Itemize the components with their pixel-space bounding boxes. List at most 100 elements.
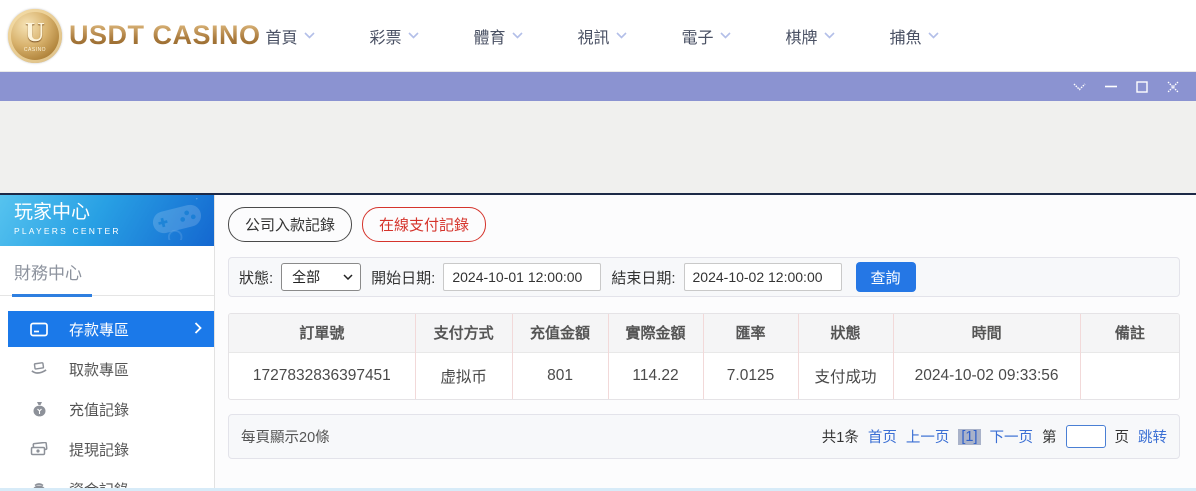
window-chevron-button[interactable]	[1064, 72, 1095, 101]
end-date-label: 結束日期:	[611, 267, 675, 288]
sidebar-item-funds-records[interactable]: 資金記錄	[0, 471, 214, 488]
current-page-badge: [1]	[958, 429, 980, 445]
page-jump-input[interactable]	[1066, 425, 1106, 448]
jump-button[interactable]: 跳转	[1138, 426, 1167, 447]
window-maximize-button[interactable]	[1126, 72, 1157, 101]
sidebar-item-label: 充值記錄	[69, 399, 129, 420]
sidebar-item-withdrawal-records[interactable]: 提現記錄	[0, 431, 214, 467]
first-page-link[interactable]: 首页	[868, 426, 897, 447]
nav-label: 棋牌	[785, 24, 817, 48]
chevron-down-icon	[616, 32, 627, 39]
chevron-down-icon	[928, 32, 939, 39]
chevron-down-icon	[304, 32, 315, 39]
chevron-down-icon	[720, 32, 731, 39]
window-minimize-button[interactable]	[1095, 72, 1126, 101]
sidebar-item-recharge-records[interactable]: 充值記錄	[0, 391, 214, 427]
finance-section: 財務中心	[0, 246, 214, 297]
nav-label: 視訊	[577, 24, 609, 48]
chevron-down-icon	[512, 32, 523, 39]
prev-page-link[interactable]: 上一页	[906, 426, 950, 447]
sidebar-item-deposit-zone[interactable]: 存款專區	[8, 311, 214, 347]
brand-logo[interactable]: U CASINO USDT CASINO	[8, 9, 261, 63]
nav-item-sports[interactable]: 體育	[446, 24, 550, 48]
players-center-header: 玩家中心 PLAYERS CENTER	[0, 195, 214, 246]
cell-payment-method: 虚拟币	[415, 352, 512, 399]
col-payment-method: 支付方式	[415, 314, 512, 352]
deposit-card-icon	[30, 322, 48, 337]
sidebar-menu: 存款專區 取款專區 充值記錄 提現記	[0, 311, 214, 488]
col-recharge-amount: 充值金額	[512, 314, 608, 352]
finance-section-title: 財務中心	[14, 259, 200, 294]
nav-item-slots[interactable]: 電子	[654, 24, 758, 48]
status-select[interactable]: 全部	[281, 263, 361, 291]
pager-controls: 共1条 首页 上一页 [1] 下一页 第 页 跳转	[822, 425, 1167, 448]
cell-time: 2024-10-02 09:33:56	[893, 352, 1080, 399]
sidebar-item-label: 提現記錄	[69, 439, 129, 460]
emblem-subtext: CASINO	[24, 47, 46, 53]
start-date-input[interactable]	[443, 263, 601, 291]
status-select-value: 全部	[292, 267, 320, 287]
maximize-icon	[1136, 81, 1148, 93]
tab-company-deposit-records[interactable]: 公司入款記錄	[228, 207, 352, 242]
search-button[interactable]: 查詢	[856, 262, 916, 292]
col-exchange-rate: 匯率	[703, 314, 798, 352]
gamepad-icon	[148, 198, 206, 240]
status-label: 狀態:	[239, 267, 273, 288]
nav-label: 彩票	[369, 24, 401, 48]
nav-label: 捕魚	[889, 24, 921, 48]
hand-cash-icon	[30, 362, 48, 376]
cell-actual-amount: 114.22	[608, 352, 703, 399]
end-date-input[interactable]	[684, 263, 842, 291]
nav-item-fishing[interactable]: 捕魚	[862, 24, 966, 48]
casino-coin-icon: U CASINO	[8, 9, 62, 63]
table-header-row: 訂單號 支付方式 充值金額 實際金額 匯率 狀態 時間 備註	[229, 314, 1179, 352]
chevron-down-icon	[1073, 83, 1086, 91]
chevron-down-icon	[824, 32, 835, 39]
cell-exchange-rate: 7.0125	[703, 352, 798, 399]
next-page-link[interactable]: 下一页	[990, 426, 1034, 447]
col-order-number: 訂單號	[229, 314, 415, 352]
sidebar-item-label: 存款專區	[69, 319, 129, 340]
cell-remarks	[1080, 352, 1179, 399]
col-actual-amount: 實際金額	[608, 314, 703, 352]
empty-spacer	[0, 101, 1196, 193]
nav-item-lottery[interactable]: 彩票	[342, 24, 446, 48]
total-count-text: 共1条	[822, 426, 859, 447]
deposit-content: 公司入款記錄 在線支付記錄 狀態: 全部 開始日期: 結束日期: 查詢	[215, 195, 1196, 488]
main-nav: 首頁 彩票 體育 視訊 電子 棋牌 捕魚	[238, 0, 966, 71]
jump-suffix-label: 页	[1115, 426, 1130, 447]
col-remarks: 備註	[1080, 314, 1179, 352]
nav-label: 首頁	[265, 24, 297, 48]
players-center-sidebar: 玩家中心 PLAYERS CENTER 財務中心	[0, 195, 215, 488]
section-underline	[14, 294, 200, 297]
nav-label: 電子	[681, 24, 713, 48]
table-row: 1727832836397451 虚拟币 801 114.22 7.0125 支…	[229, 352, 1179, 399]
nav-item-live[interactable]: 視訊	[550, 24, 654, 48]
banknotes-icon	[30, 442, 48, 456]
tab-online-payment-records[interactable]: 在線支付記錄	[362, 207, 486, 242]
select-caret-icon	[343, 274, 353, 280]
money-bag-icon	[30, 401, 48, 417]
close-icon	[1167, 81, 1179, 93]
sidebar-item-withdraw-zone[interactable]: 取款專區	[0, 351, 214, 387]
jump-prefix-label: 第	[1042, 426, 1057, 447]
col-time: 時間	[893, 314, 1080, 352]
chevron-right-icon	[194, 321, 202, 338]
cell-order-number: 1727832836397451	[229, 352, 415, 399]
main-area: 玩家中心 PLAYERS CENTER 財務中心	[0, 193, 1196, 488]
page-size-text: 每頁顯示20條	[241, 426, 330, 447]
nav-item-home[interactable]: 首頁	[238, 24, 342, 48]
window-close-button[interactable]	[1157, 72, 1188, 101]
cell-status: 支付成功	[798, 352, 893, 399]
minimize-icon	[1105, 85, 1117, 88]
nav-item-cards[interactable]: 棋牌	[758, 24, 862, 48]
pagination-bar: 每頁顯示20條 共1条 首页 上一页 [1] 下一页 第 页 跳转	[228, 414, 1180, 459]
records-table: 訂單號 支付方式 充值金額 實際金額 匯率 狀態 時間 備註 172783283…	[228, 313, 1180, 400]
record-tabs: 公司入款記錄 在線支付記錄	[228, 207, 1180, 242]
sidebar-item-label: 取款專區	[69, 359, 129, 380]
window-titlebar	[0, 72, 1196, 101]
nav-label: 體育	[473, 24, 505, 48]
filter-bar: 狀態: 全部 開始日期: 結束日期: 查詢	[228, 257, 1180, 297]
chevron-down-icon	[408, 32, 419, 39]
sidebar-item-label: 資金記錄	[69, 479, 129, 489]
